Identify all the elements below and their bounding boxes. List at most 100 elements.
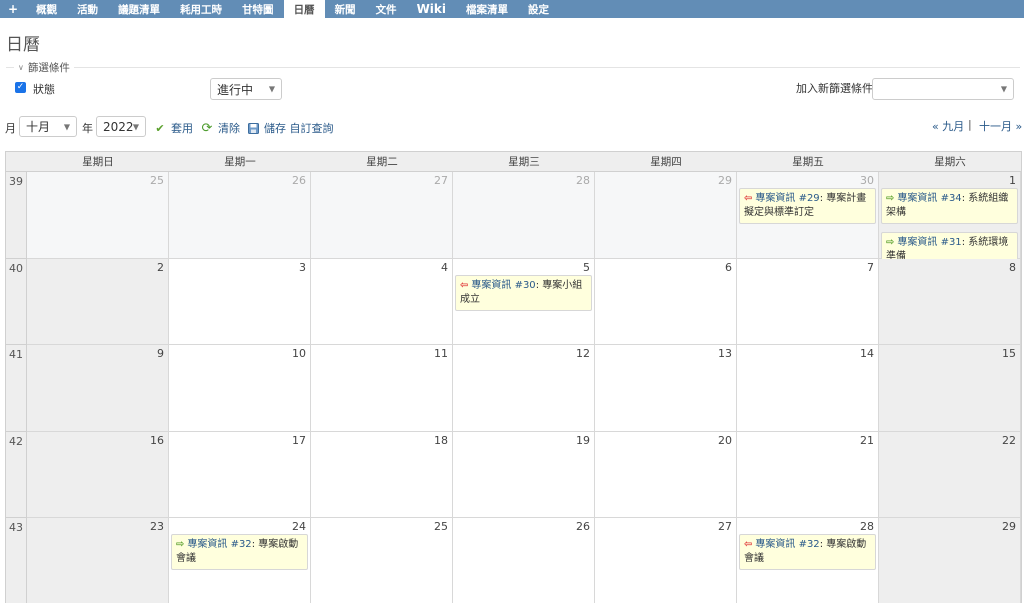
issue-link[interactable]: 專案資訊 #34 — [897, 193, 961, 204]
calendar-day-cell: 26 — [453, 518, 595, 603]
issue-link[interactable]: 專案資訊 #32 — [755, 539, 819, 550]
day-number: 27 — [718, 520, 732, 533]
day-number: 26 — [576, 520, 590, 533]
day-number: 14 — [860, 347, 874, 360]
add-filter-label: 加入新篩選條件 — [796, 82, 873, 95]
calendar-day-cell: 1 ⇨ 專案資訊 #34: 系統組織架構 ⇨ 專案資訊 #31: 系統環境準備 — [879, 172, 1021, 268]
month-select[interactable]: 十月 ▼ — [19, 116, 77, 137]
issue-ends-arrow-icon: ⇨ — [176, 539, 185, 550]
save-query-label: 儲存 自訂查詢 — [264, 122, 334, 135]
day-number: 25 — [150, 174, 164, 187]
calendar-grid: 星期日 星期一 星期二 星期三 星期四 星期五 星期六 39 25 26 27 28 29 30 ⇦ 專案資… — [5, 151, 1022, 603]
status-operator-select[interactable]: 進行中 ▼ — [210, 78, 282, 100]
week-number: 39 — [6, 172, 27, 259]
chevron-down-icon: ∨ — [18, 63, 24, 72]
week-number: 43 — [6, 518, 27, 603]
day-number: 28 — [860, 520, 874, 533]
issue-link[interactable]: 專案資訊 #32 — [187, 539, 251, 550]
day-name-header: 星期二 — [366, 156, 398, 168]
day-number: 29 — [718, 174, 732, 187]
calendar-day-cell: 28 — [453, 172, 595, 259]
calendar-day-cell: 11 — [311, 345, 453, 432]
chevron-down-icon: ▼ — [1000, 84, 1007, 94]
add-filter-select[interactable]: ▼ — [872, 78, 1014, 100]
calendar-issue[interactable]: ⇦ 專案資訊 #32: 專案啟動會議 — [739, 534, 876, 570]
calendar-day-cell: 18 — [311, 431, 453, 518]
tab-8[interactable]: Wiki — [407, 0, 456, 18]
day-number: 24 — [292, 520, 306, 533]
clear-label: 清除 — [218, 122, 240, 135]
day-number: 5 — [583, 260, 590, 274]
day-number: 18 — [434, 433, 448, 447]
calendar-day-cell: 28 ⇦ 專案資訊 #32: 專案啟動會議 — [737, 518, 879, 603]
tab-5[interactable]: 日曆 — [283, 0, 325, 18]
year-label: 年 — [82, 122, 93, 135]
year-value: 2022 — [103, 119, 134, 134]
next-month-link[interactable]: 十一月 » — [979, 118, 1022, 134]
status-filter-checkbox[interactable]: ✓ — [15, 82, 26, 93]
calendar-day-cell: 24 ⇨ 專案資訊 #32: 專案啟動會議 — [169, 518, 311, 603]
day-number: 19 — [576, 433, 590, 447]
tab-3[interactable]: 耗用工時 — [170, 0, 232, 18]
issue-link[interactable]: 專案資訊 #30 — [471, 280, 535, 291]
day-number: 23 — [150, 520, 164, 533]
calendar-day-cell: 29 — [879, 518, 1021, 603]
calendar-day-cell: 17 — [169, 431, 311, 518]
calendar-day-cell: 29 — [595, 172, 737, 259]
tab-6[interactable]: 新聞 — [325, 0, 366, 18]
tab-4[interactable]: 甘特圖 — [232, 0, 284, 18]
calendar-toolbar: 月 十月 ▼ 年 2022 ▼ ✔ 套用 ⟳ 清除 儲存 自訂查詢 « 九月 |… — [0, 116, 1024, 138]
day-number: 30 — [860, 174, 874, 187]
calendar-issue[interactable]: ⇦ 專案資訊 #30: 專案小組成立 — [455, 274, 592, 311]
filters-divider — [6, 67, 1020, 68]
calendar-issue[interactable]: ⇨ 專案資訊 #32: 專案啟動會議 — [171, 534, 308, 570]
issue-link[interactable]: 專案資訊 #31 — [897, 237, 961, 248]
nav-separator: | — [968, 118, 972, 131]
tab-7[interactable]: 文件 — [366, 0, 407, 18]
status-operator-value: 進行中 — [217, 82, 254, 97]
filters-legend-label: 篩選條件 — [27, 62, 70, 74]
calendar-day-cell: 9 — [27, 345, 169, 432]
issue-link[interactable]: 專案資訊 #29 — [755, 193, 819, 204]
calendar-day-cell: 26 — [169, 172, 311, 259]
calendar-day-cell: 14 — [737, 345, 879, 432]
calendar-day-cell: 12 — [453, 345, 595, 432]
calendar-issue[interactable]: ⇦ 專案資訊 #29: 專案計畫擬定與標準訂定 — [739, 188, 876, 224]
day-number: 25 — [434, 520, 448, 533]
calendar-day-cell: 20 — [595, 431, 737, 518]
day-number: 2 — [157, 260, 164, 274]
calendar-issue[interactable]: ⇨ 專案資訊 #34: 系統組織架構 — [881, 188, 1018, 224]
clear-button[interactable]: ⟳ 清除 — [201, 120, 240, 136]
tab-10[interactable]: 設定 — [518, 0, 559, 18]
filters-legend[interactable]: ∨ 篩選條件 — [14, 60, 74, 75]
day-name-header: 星期日 — [82, 156, 114, 168]
day-number: 1 — [1009, 174, 1016, 187]
issue-starts-arrow-icon: ⇦ — [744, 193, 753, 204]
day-number: 16 — [150, 433, 164, 447]
chevron-down-icon: ▼ — [132, 122, 139, 131]
calendar-day-cell: 25 — [311, 518, 453, 603]
tab-9[interactable]: 檔案清單 — [456, 0, 518, 18]
new-object-button[interactable]: + — [0, 0, 26, 18]
day-number: 15 — [1002, 347, 1016, 360]
day-number: 22 — [1002, 433, 1016, 447]
calendar-day-cell: 27 — [595, 518, 737, 603]
save-query-button[interactable]: 儲存 自訂查詢 — [247, 120, 334, 136]
apply-button[interactable]: ✔ 套用 — [154, 120, 193, 136]
apply-label: 套用 — [171, 122, 193, 135]
chevron-down-icon: ▼ — [63, 122, 70, 131]
chevron-down-icon: ▼ — [268, 84, 275, 94]
tab-2[interactable]: 議題清單 — [108, 0, 170, 18]
day-number: 7 — [867, 260, 874, 274]
calendar-day-cell: 22 — [879, 431, 1021, 518]
day-number: 29 — [1002, 520, 1016, 533]
project-menu-bar: + 概觀 活動 議題清單 耗用工時 甘特圖 日曆 新聞 文件 Wiki 檔案清單 設定 — [0, 0, 1024, 18]
day-number: 13 — [718, 347, 732, 360]
day-number: 8 — [1009, 260, 1016, 274]
day-name-header: 星期一 — [224, 156, 256, 168]
tab-0[interactable]: 概觀 — [26, 0, 67, 18]
tab-1[interactable]: 活動 — [67, 0, 108, 18]
year-select[interactable]: 2022 ▼ — [96, 116, 146, 137]
page-title: 日曆 — [6, 35, 40, 55]
previous-month-link[interactable]: « 九月 — [932, 118, 964, 134]
